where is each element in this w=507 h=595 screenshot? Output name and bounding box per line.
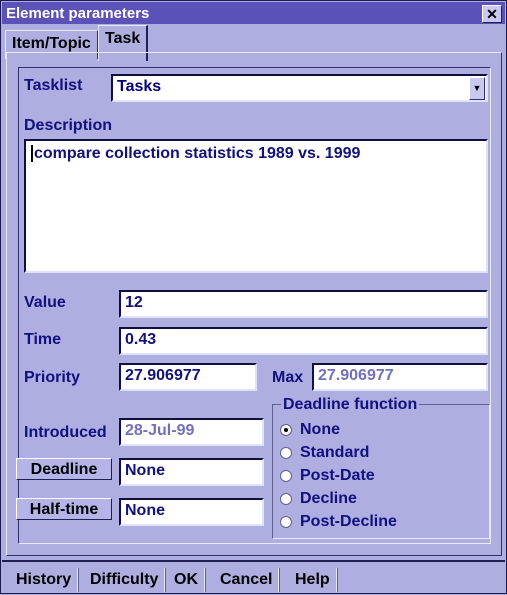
radio-label: Standard bbox=[300, 444, 370, 461]
help-label: Help bbox=[295, 571, 330, 588]
halftime-text: None bbox=[125, 502, 165, 519]
introduced-label: Introduced bbox=[24, 424, 107, 441]
radio-label: None bbox=[300, 421, 340, 438]
deadline-button-label: Deadline bbox=[30, 461, 98, 478]
difficulty-label: Difficulty bbox=[90, 571, 159, 588]
time-text: 0.43 bbox=[125, 331, 157, 348]
max-text: 27.906977 bbox=[318, 367, 394, 384]
difficulty-button[interactable]: Difficulty bbox=[84, 568, 166, 592]
ok-label: OK bbox=[174, 571, 198, 588]
tasklist-dropdown[interactable]: Tasks ▼ bbox=[111, 74, 488, 102]
value-text: 12 bbox=[125, 294, 143, 311]
tasklist-label: Tasklist bbox=[24, 77, 83, 94]
priority-text: 27.906977 bbox=[125, 367, 201, 384]
radio-icon bbox=[280, 447, 292, 459]
element-parameters-dialog: Element parameters ✕ Item/Topic Task Tas… bbox=[0, 0, 507, 594]
cancel-label: Cancel bbox=[220, 571, 273, 588]
title-bar[interactable]: Element parameters ✕ bbox=[2, 2, 505, 24]
radio-none[interactable]: None bbox=[280, 420, 340, 440]
description-textarea[interactable]: compare collection statistics 1989 vs. 1… bbox=[24, 139, 488, 273]
radio-standard[interactable]: Standard bbox=[280, 443, 369, 463]
dropdown-button[interactable]: ▼ bbox=[469, 77, 485, 100]
radio-icon bbox=[280, 493, 292, 505]
radio-post-date[interactable]: Post-Date bbox=[280, 466, 375, 486]
time-input[interactable]: 0.43 bbox=[119, 327, 488, 355]
ok-button[interactable]: OK bbox=[168, 568, 205, 592]
history-button[interactable]: History bbox=[10, 568, 79, 592]
deadline-input[interactable]: None bbox=[119, 458, 264, 486]
radio-decline[interactable]: Decline bbox=[280, 489, 357, 509]
halftime-button-label: Half-time bbox=[29, 501, 99, 518]
halftime-button[interactable]: Half-time bbox=[16, 498, 112, 520]
radio-icon bbox=[280, 516, 292, 528]
halftime-input[interactable]: None bbox=[119, 498, 264, 526]
history-label: History bbox=[16, 571, 72, 588]
deadline-text: None bbox=[125, 462, 165, 479]
radio-selected-icon bbox=[280, 424, 292, 436]
priority-label: Priority bbox=[24, 369, 81, 386]
radio-post-decline[interactable]: Post-Decline bbox=[280, 512, 397, 532]
description-label: Description bbox=[24, 117, 113, 134]
priority-input[interactable]: 27.906977 bbox=[119, 363, 257, 391]
close-button[interactable]: ✕ bbox=[482, 5, 502, 23]
max-input: 27.906977 bbox=[312, 363, 488, 391]
chevron-down-icon: ▼ bbox=[472, 83, 482, 93]
tab-label: Task bbox=[105, 30, 141, 47]
value-label: Value bbox=[24, 294, 66, 311]
text-caret bbox=[31, 145, 33, 162]
tasklist-value: Tasks bbox=[117, 78, 162, 95]
description-value: compare collection statistics 1989 vs. 1… bbox=[34, 145, 361, 162]
time-label: Time bbox=[24, 331, 62, 348]
tab-label: Item/Topic bbox=[12, 35, 91, 52]
cancel-button[interactable]: Cancel bbox=[214, 568, 280, 592]
window-title: Element parameters bbox=[6, 5, 150, 22]
radio-label: Post-Date bbox=[300, 467, 375, 484]
deadline-function-group: Deadline function None Standard Post-Dat… bbox=[272, 396, 490, 539]
value-input[interactable]: 12 bbox=[119, 290, 488, 318]
footer-button-bar: History Difficulty OK Cancel Help bbox=[2, 560, 505, 595]
deadline-button[interactable]: Deadline bbox=[16, 458, 112, 480]
radio-icon bbox=[280, 470, 292, 482]
deadline-function-title: Deadline function bbox=[281, 396, 420, 414]
close-icon: ✕ bbox=[486, 6, 498, 22]
radio-label: Decline bbox=[300, 490, 357, 507]
introduced-input: 28-Jul-99 bbox=[119, 418, 264, 446]
max-label: Max bbox=[272, 369, 304, 386]
radio-label: Post-Decline bbox=[300, 513, 397, 530]
introduced-text: 28-Jul-99 bbox=[125, 422, 195, 439]
help-button[interactable]: Help bbox=[289, 568, 337, 592]
